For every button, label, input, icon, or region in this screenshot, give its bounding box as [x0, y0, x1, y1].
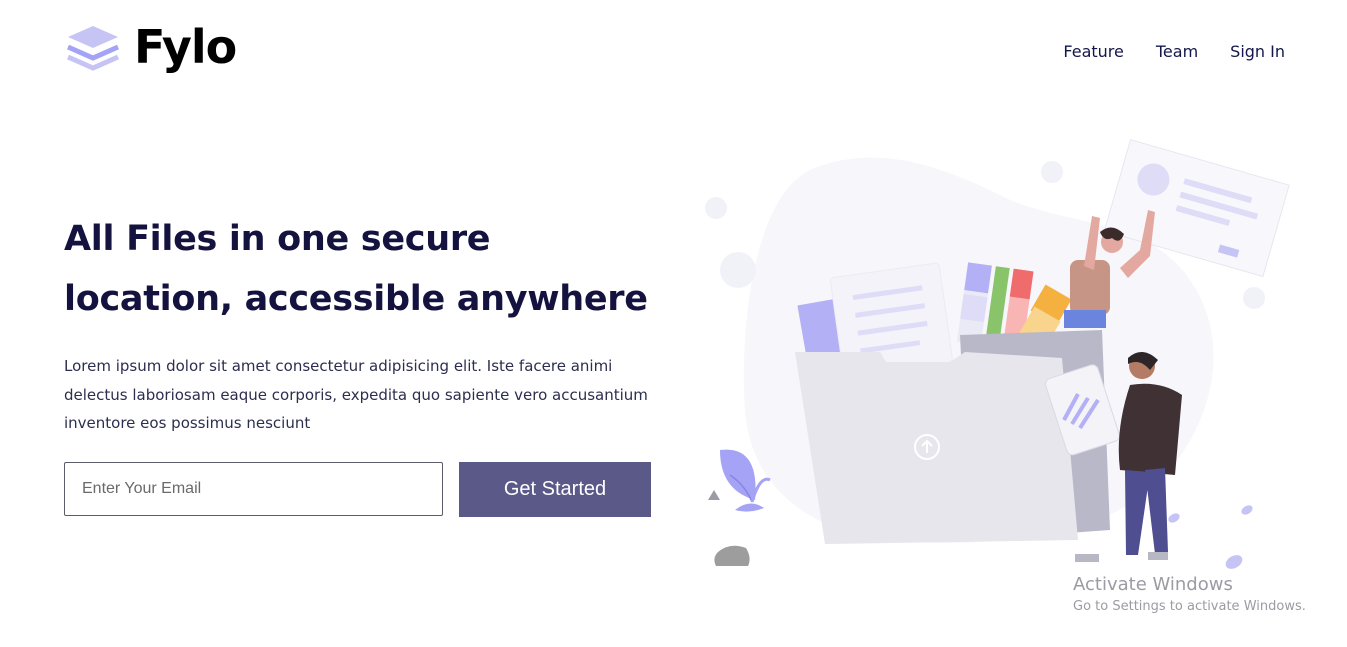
get-started-button[interactable]: Get Started: [459, 462, 651, 517]
watermark-subtitle: Go to Settings to activate Windows.: [1073, 599, 1306, 614]
nav-link-feature[interactable]: Feature: [1063, 42, 1123, 62]
windows-activation-watermark: Activate Windows Go to Settings to activ…: [1073, 573, 1306, 617]
hero-title-line-2: location, accessible anywhere: [64, 279, 648, 319]
hero-title: All Files in one secure location, access…: [64, 209, 684, 329]
hero-description: Lorem ipsum dolor sit amet consectetur a…: [64, 357, 648, 432]
layers-icon: [64, 22, 122, 72]
hero-title-line-1: All Files in one secure: [64, 219, 491, 259]
watermark-title: Activate Windows: [1073, 574, 1233, 595]
nav-link-sign-in[interactable]: Sign In: [1230, 42, 1285, 62]
files-illustration: [690, 130, 1310, 580]
email-input[interactable]: [64, 462, 443, 516]
nav-link-team[interactable]: Team: [1156, 42, 1198, 62]
main-nav: Feature Team Sign In: [1063, 42, 1285, 62]
brand-name: Fylo: [134, 20, 237, 74]
landing-page: Fylo Feature Team Sign In All Files in o…: [0, 0, 1347, 647]
logo[interactable]: Fylo: [64, 20, 237, 74]
